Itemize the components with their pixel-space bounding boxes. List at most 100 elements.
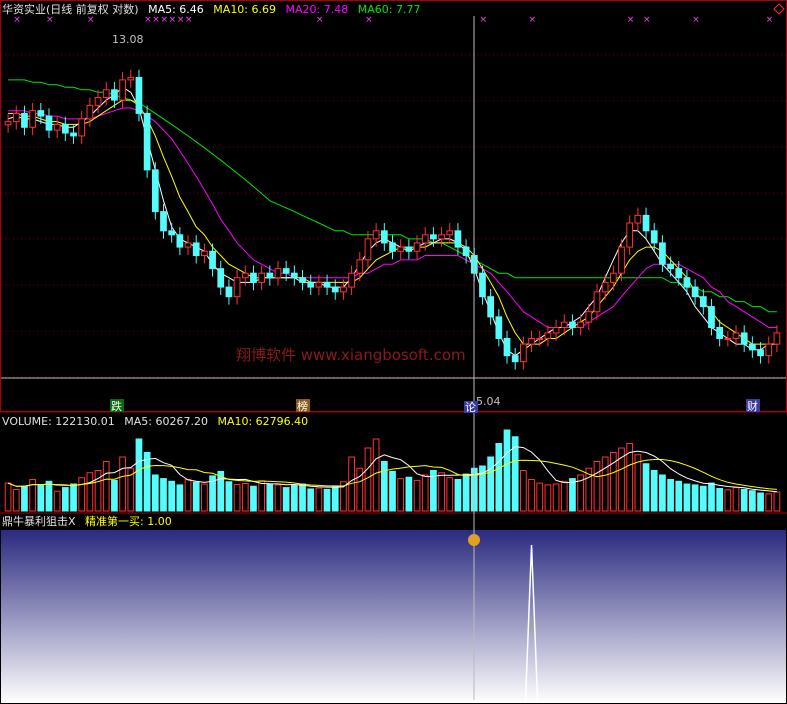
candle-body [699, 296, 707, 308]
candle-body [111, 89, 118, 101]
candle-body [340, 286, 347, 293]
volume-bar [560, 480, 568, 512]
candle-body [135, 76, 143, 114]
volume-bar [135, 438, 143, 512]
candle-body [708, 306, 715, 328]
volume-bar [258, 480, 265, 512]
candle-body [274, 268, 282, 279]
volume-bar [143, 452, 151, 512]
volume-bar [78, 477, 86, 512]
candle-body [192, 242, 200, 257]
volume-bar [552, 483, 560, 512]
volume-bar [699, 485, 707, 512]
volume-bar [299, 483, 306, 512]
candle-body [446, 230, 454, 236]
tag-cai: 财 [747, 399, 758, 413]
candle-body [430, 234, 437, 240]
volume-bar [201, 483, 208, 512]
volume-ma10-value: MA10: 62796.40 [217, 415, 309, 428]
volume-bar [528, 479, 535, 512]
diamond-icon[interactable] [773, 3, 785, 15]
candle-body [765, 343, 773, 357]
volume-bar [749, 490, 756, 512]
volume-bar [111, 479, 118, 512]
volume-bar [274, 484, 282, 512]
candle-body [773, 332, 781, 345]
volume-bar [364, 447, 372, 512]
volume-bar [21, 485, 28, 512]
volume-bar [282, 487, 290, 512]
grid [1, 54, 786, 378]
x-marker: × [643, 15, 651, 25]
x-marker: × [479, 15, 487, 25]
ma60-polyline [8, 79, 777, 313]
candle-body [127, 76, 135, 81]
volume-bar [642, 463, 650, 512]
volume-bar [94, 470, 102, 512]
candle-body [757, 349, 764, 357]
high-price-label: 13.08 [112, 33, 144, 46]
volume-bar [168, 480, 176, 512]
volume-bar [119, 456, 126, 512]
candle-body [601, 281, 609, 293]
tag-bang: 榜 [297, 399, 308, 413]
candle-body [691, 286, 699, 298]
indicator-name: 鼎牛暴利狙击X [2, 515, 76, 528]
x-marker: × [766, 15, 774, 25]
volume-bar [520, 470, 527, 512]
x-marker: × [627, 15, 635, 25]
ma10-polyline [8, 99, 777, 345]
volume-bar [536, 482, 544, 512]
volume-bar [683, 483, 691, 512]
ma60-line [8, 79, 777, 313]
volume-bar [389, 470, 396, 512]
candle-body [740, 332, 748, 345]
volume-bar [691, 484, 699, 512]
indicator-fill [1, 530, 786, 703]
volume-bar [421, 474, 429, 512]
candle-body [29, 110, 36, 128]
candle-body [176, 234, 184, 248]
candle-body [290, 272, 298, 279]
candle-body [577, 321, 584, 328]
ma5-polyline [7, 86, 777, 357]
candle-body [364, 238, 372, 261]
candle-body [348, 272, 355, 288]
volume-bar [192, 481, 200, 512]
signal-badge[interactable] [468, 534, 480, 546]
candle-body [151, 169, 159, 213]
candle-body [659, 242, 666, 265]
candle-body [70, 132, 77, 137]
candle-body [233, 277, 241, 298]
x-marker: × [529, 15, 537, 25]
volume-bar [45, 480, 53, 512]
volume-bar [53, 490, 61, 512]
candle-body [331, 286, 339, 293]
candle-body [618, 246, 625, 274]
volume-bar [446, 477, 454, 512]
volume-bar [544, 484, 552, 512]
ma60-value: MA60: 7.77 [357, 3, 421, 16]
candle-body [716, 326, 724, 339]
candle-body [642, 214, 650, 232]
candle-body [626, 222, 634, 248]
candle-body [4, 121, 12, 126]
ma5-line [7, 86, 777, 357]
volume-bar [315, 487, 323, 512]
volume-bar [4, 482, 12, 512]
candle-body [479, 272, 486, 298]
volume-header: VOLUME: 122130.01 MA5: 60267.20 MA10: 62… [2, 415, 314, 429]
volume-bar [593, 461, 601, 512]
candle-body [119, 79, 126, 101]
volume-bar [438, 472, 445, 512]
candle-body [53, 123, 61, 131]
volume-bar [601, 456, 609, 512]
candle-body [732, 332, 740, 339]
volume-bar [225, 481, 233, 512]
volume-bar [233, 483, 241, 512]
stock-chart[interactable]: × × × × × × × × × × × × × × × × × 翔博软件 www.xiangbosoft.c… [0, 0, 787, 704]
volume-bar [413, 479, 421, 512]
watermark: 翔博软件 www.xiangbosoft.com [236, 346, 466, 364]
main-header: 华资实业(日线 前复权 对数) MA5: 6.46 MA10: 6.69 MA2… [2, 3, 426, 17]
candle-body [421, 234, 429, 244]
